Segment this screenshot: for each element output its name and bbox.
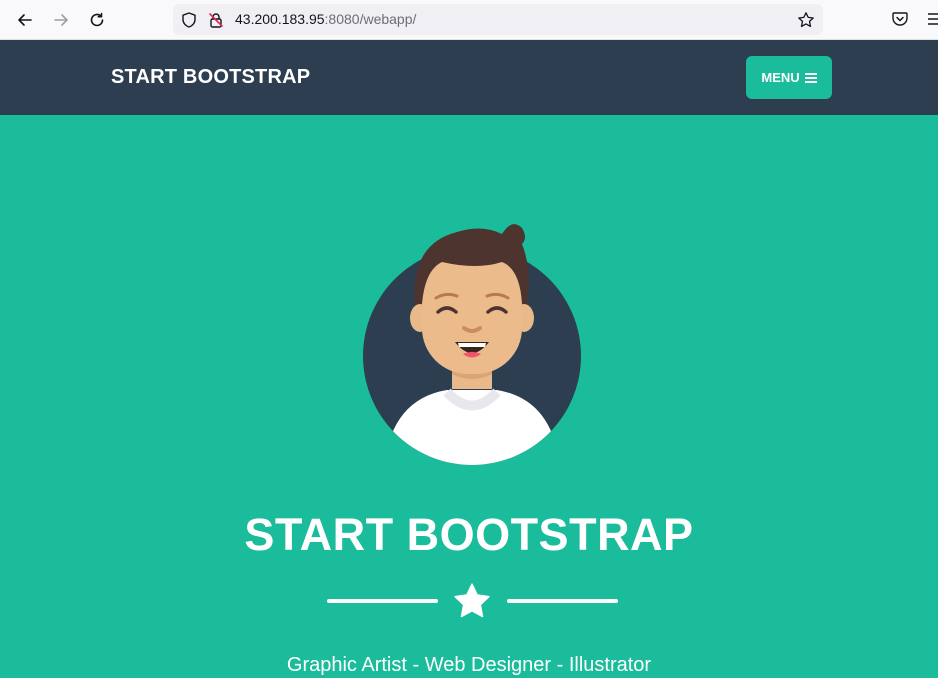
bars-icon bbox=[804, 72, 817, 83]
shield-icon[interactable] bbox=[180, 11, 198, 29]
forward-button[interactable] bbox=[49, 8, 73, 32]
back-button[interactable] bbox=[13, 8, 37, 32]
url-host: 43.200.183.95 bbox=[235, 11, 325, 27]
address-bar[interactable]: 43.200.183.95:8080/webapp/ bbox=[173, 4, 823, 35]
menu-button[interactable]: MENU bbox=[746, 56, 832, 99]
url-path: :8080/webapp/ bbox=[324, 11, 417, 27]
url-text[interactable]: 43.200.183.95:8080/webapp/ bbox=[235, 4, 416, 35]
back-arrow-icon bbox=[18, 14, 32, 26]
divider-line-right bbox=[507, 599, 618, 603]
browser-toolbar: 43.200.183.95:8080/webapp/ bbox=[0, 0, 938, 40]
navbar-brand[interactable]: START BOOTSTRAP bbox=[111, 40, 310, 115]
masthead-subtitle: Graphic Artist - Web Designer - Illustra… bbox=[286, 654, 652, 676]
site-navbar: START BOOTSTRAP MENU bbox=[0, 40, 938, 115]
reload-icon bbox=[90, 12, 104, 27]
menu-button-label: MENU bbox=[761, 70, 800, 85]
divider-line-left bbox=[327, 599, 438, 603]
forward-arrow-icon bbox=[54, 14, 68, 26]
reload-button[interactable] bbox=[85, 8, 109, 32]
bookmark-star-icon[interactable] bbox=[797, 11, 815, 29]
hamburger-menu-icon[interactable] bbox=[926, 10, 938, 28]
pocket-icon[interactable] bbox=[891, 10, 909, 28]
avatar-illustration bbox=[363, 224, 581, 465]
masthead-title: START BOOTSTRAP bbox=[244, 509, 694, 560]
star-icon bbox=[454, 583, 490, 618]
insecure-lock-icon[interactable] bbox=[207, 11, 225, 29]
